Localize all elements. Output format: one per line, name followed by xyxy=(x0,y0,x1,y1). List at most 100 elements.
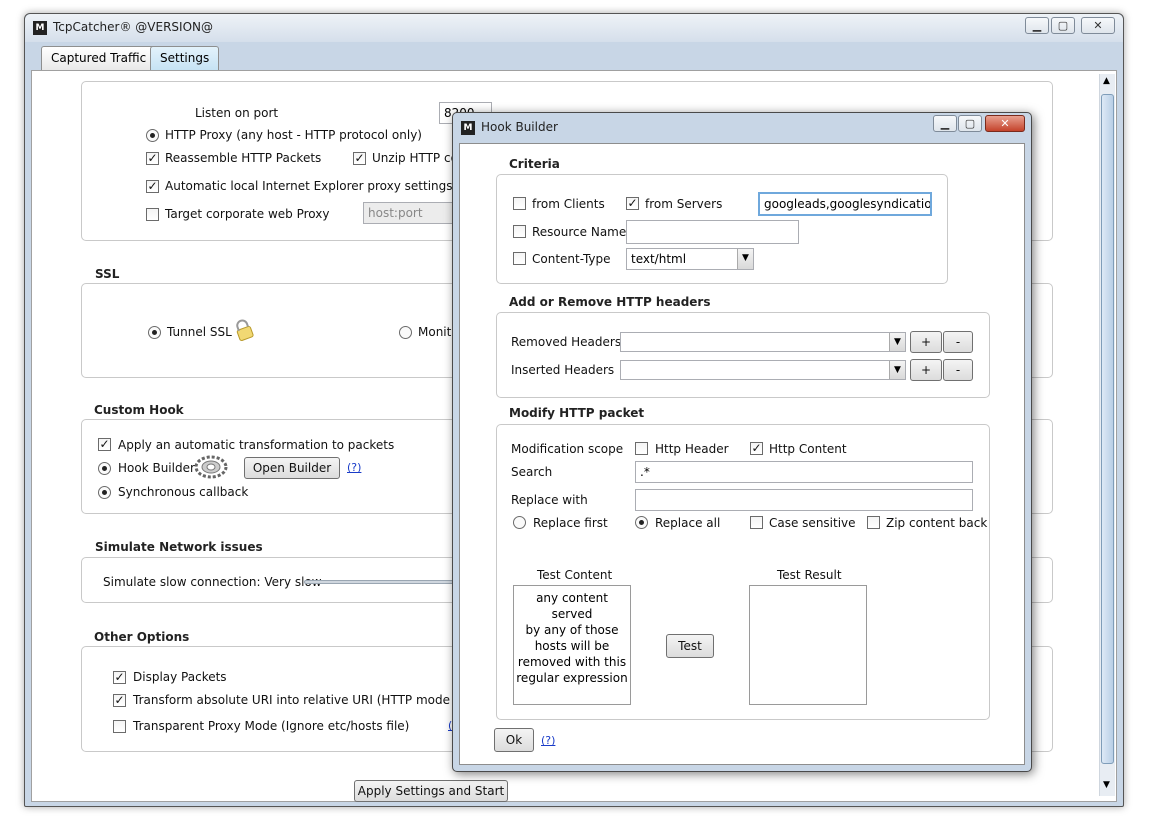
hook-builder-radio[interactable] xyxy=(98,462,111,475)
tunnel-ssl-label: Tunnel SSL xyxy=(167,325,232,339)
slow-connection-slider[interactable] xyxy=(304,580,454,584)
app-icon: M xyxy=(33,21,47,35)
test-content-label: Test Content xyxy=(537,568,613,582)
http-header-checkbox[interactable] xyxy=(635,442,648,455)
test-result-label: Test Result xyxy=(777,568,842,582)
search-input[interactable]: .* xyxy=(635,461,973,483)
corporate-proxy-label: Target corporate web Proxy xyxy=(165,207,330,221)
http-content-checkbox[interactable]: ✓ xyxy=(750,442,763,455)
content-type-checkbox[interactable] xyxy=(513,252,526,265)
transform-uri-label: Transform absolute URI into relative URI… xyxy=(133,693,480,707)
hook-builder-label: Hook Builder xyxy=(118,461,195,475)
transform-uri-checkbox[interactable]: ✓ xyxy=(113,694,126,707)
transparent-proxy-checkbox[interactable] xyxy=(113,720,126,733)
replace-first-label: Replace first xyxy=(533,516,608,530)
ssl-title: SSL xyxy=(95,267,120,281)
monitor-ssl-radio[interactable] xyxy=(399,326,412,339)
replace-first-radio[interactable] xyxy=(513,516,526,529)
servers-input[interactable]: googleads,googlesyndication xyxy=(758,192,932,216)
sync-callback-radio[interactable] xyxy=(98,486,111,499)
scroll-down-icon[interactable]: ▼ xyxy=(1103,780,1110,790)
test-content-line: regular expression xyxy=(516,671,628,685)
display-packets-checkbox[interactable]: ✓ xyxy=(113,671,126,684)
slow-connection-label: Simulate slow connection: Very slow xyxy=(103,575,322,589)
test-result-textarea[interactable] xyxy=(749,585,867,705)
custom-hook-title: Custom Hook xyxy=(94,403,184,417)
gear-icon xyxy=(194,455,228,479)
test-content-line: removed with this xyxy=(517,655,627,669)
open-builder-button[interactable]: Open Builder xyxy=(244,457,340,479)
unzip-checkbox[interactable]: ✓ xyxy=(353,152,366,165)
case-sensitive-checkbox[interactable] xyxy=(750,516,763,529)
replace-with-input[interactable] xyxy=(635,489,973,511)
network-title: Simulate Network issues xyxy=(95,540,263,554)
modify-title: Modify HTTP packet xyxy=(509,406,645,420)
headers-group xyxy=(496,312,990,398)
chevron-down-icon[interactable]: ▼ xyxy=(889,333,905,351)
settings-scrollbar[interactable]: ▲ ▼ xyxy=(1099,74,1115,796)
scroll-thumb[interactable] xyxy=(1101,94,1114,764)
tunnel-ssl-radio[interactable] xyxy=(148,326,161,339)
chevron-down-icon[interactable]: ▼ xyxy=(737,249,753,269)
removed-headers-label: Removed Headers xyxy=(511,335,622,349)
http-header-label: Http Header xyxy=(655,442,729,456)
remove-removed-header-button[interactable]: - xyxy=(943,331,973,353)
replace-all-radio[interactable] xyxy=(635,516,648,529)
other-options-title: Other Options xyxy=(94,630,190,644)
maximize-icon[interactable]: ▢ xyxy=(1051,17,1075,34)
dialog-maximize-icon[interactable]: ▢ xyxy=(958,115,982,132)
from-clients-label: from Clients xyxy=(532,197,605,211)
corporate-proxy-checkbox[interactable] xyxy=(146,208,159,221)
dialog-minimize-icon[interactable]: ▁ xyxy=(933,115,957,132)
removed-headers-select[interactable]: ▼ xyxy=(620,332,906,352)
headers-title: Add or Remove HTTP headers xyxy=(509,295,711,309)
apply-transform-checkbox[interactable]: ✓ xyxy=(98,438,111,451)
title-bar: M TcpCatcher® @VERSION@ ▁ ▢ ✕ xyxy=(25,14,1123,42)
apply-settings-button[interactable]: Apply Settings and Start xyxy=(354,780,508,802)
tab-captured-traffic[interactable]: Captured Traffic xyxy=(41,46,157,70)
transparent-proxy-label: Transparent Proxy Mode (Ignore etc/hosts… xyxy=(133,719,410,733)
http-proxy-radio[interactable] xyxy=(146,129,159,142)
minimize-icon[interactable]: ▁ xyxy=(1025,17,1049,34)
search-label: Search xyxy=(511,465,553,479)
scroll-up-icon[interactable]: ▲ xyxy=(1103,76,1110,86)
inserted-headers-label: Inserted Headers xyxy=(511,363,615,377)
zip-back-label: Zip content back xyxy=(886,516,988,530)
test-button[interactable]: Test xyxy=(666,634,714,658)
add-inserted-header-button[interactable]: + xyxy=(910,359,942,381)
reassemble-label: Reassemble HTTP Packets xyxy=(165,151,322,165)
window-title: TcpCatcher® @VERSION@ xyxy=(53,20,213,34)
ie-proxy-checkbox[interactable]: ✓ xyxy=(146,180,159,193)
add-removed-header-button[interactable]: + xyxy=(910,331,942,353)
chevron-down-icon[interactable]: ▼ xyxy=(889,361,905,379)
from-servers-label: from Servers xyxy=(645,197,723,211)
apply-transform-label: Apply an automatic transformation to pac… xyxy=(118,438,395,452)
display-packets-label: Display Packets xyxy=(133,670,227,684)
zip-back-checkbox[interactable] xyxy=(867,516,880,529)
lock-icon xyxy=(236,319,254,341)
from-servers-checkbox[interactable]: ✓ xyxy=(626,197,639,210)
reassemble-checkbox[interactable]: ✓ xyxy=(146,152,159,165)
test-content-line: by any of those xyxy=(525,623,619,637)
case-sensitive-label: Case sensitive xyxy=(769,516,856,530)
corporate-proxy-input[interactable]: host:port xyxy=(363,202,453,224)
test-content-textarea[interactable]: any content served by any of those hosts… xyxy=(513,585,631,705)
modification-scope-label: Modification scope xyxy=(511,442,624,456)
inserted-headers-select[interactable]: ▼ xyxy=(620,360,906,380)
resource-name-checkbox[interactable] xyxy=(513,225,526,238)
resource-name-input[interactable] xyxy=(626,220,799,244)
close-icon[interactable]: ✕ xyxy=(1081,17,1115,34)
dialog-close-icon[interactable]: ✕ xyxy=(985,115,1025,132)
test-content-line: hosts will be xyxy=(534,639,610,653)
content-type-value: text/html xyxy=(631,252,687,266)
dialog-help-link[interactable]: (?) xyxy=(541,734,555,747)
http-proxy-label: HTTP Proxy (any host - HTTP protocol onl… xyxy=(165,128,422,142)
remove-inserted-header-button[interactable]: - xyxy=(943,359,973,381)
custom-hook-help-link[interactable]: (?) xyxy=(347,461,361,474)
replace-with-label: Replace with xyxy=(511,493,588,507)
tab-settings[interactable]: Settings xyxy=(150,46,220,70)
http-content-label: Http Content xyxy=(769,442,847,456)
ok-button[interactable]: Ok xyxy=(494,728,534,752)
content-type-select[interactable]: text/html ▼ xyxy=(626,248,754,270)
from-clients-checkbox[interactable] xyxy=(513,197,526,210)
